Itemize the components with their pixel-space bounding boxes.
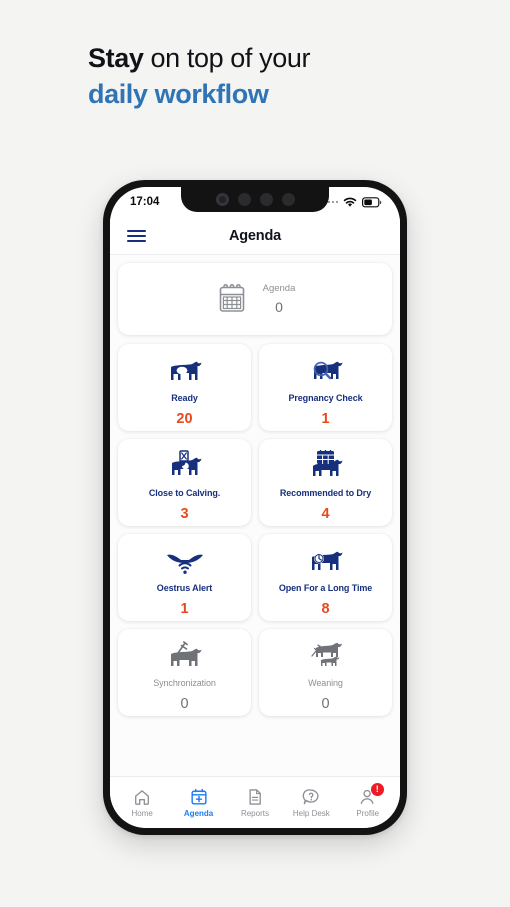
tile-weaning[interactable]: Weaning 0 [259,629,392,716]
cow-calendar-icon [306,446,346,480]
home-icon [135,789,150,805]
nav-item-reports[interactable]: Reports [227,782,283,818]
tile-label: Close to Calving. [148,487,221,498]
phone-mockup: 17:04 Agenda Agenda 0 Ready 20 Pregnancy… [103,180,407,835]
nav-item-home[interactable]: Home [114,782,170,818]
app-header: Agenda [110,217,400,255]
tile-ready[interactable]: Ready 20 [118,344,251,431]
tile-label: Open For a Long Time [278,582,373,593]
tile-label: Oestrus Alert [156,582,213,593]
tile-pregnancy-check[interactable]: Pregnancy Check 1 [259,344,392,431]
agenda-content: Agenda 0 Ready 20 Pregnancy Check 1 Clos… [110,255,400,776]
horns-signal-icon [165,541,205,575]
cow-clock-icon [306,541,346,575]
sensor-icon-2 [259,193,273,206]
cow-calf-icon [306,636,346,670]
tile-recommended-to-dry[interactable]: Recommended to Dry 4 [259,439,392,526]
agenda-tile-grid: Ready 20 Pregnancy Check 1 Close to Calv… [118,344,392,716]
cow-icon [165,351,205,385]
headline-bold-word: Stay [88,43,144,73]
nav-label: Home [131,808,153,818]
page-title: Agenda [229,227,281,244]
tile-oestrus-alert[interactable]: Oestrus Alert 1 [118,534,251,621]
phone-notch [181,187,329,212]
tile-label: Weaning [308,677,343,688]
cow-syringe-icon [165,636,205,670]
nav-item-profile[interactable]: ! Profile [340,782,396,818]
tile-label: Ready [171,392,198,403]
tile-value: 4 [321,505,330,522]
status-indicators [323,196,383,208]
tile-value: 1 [180,600,189,617]
nav-label: Profile [356,808,380,818]
nav-label: Agenda [183,808,214,818]
calendar-plus-icon [191,788,207,805]
document-icon [249,788,261,805]
battery-icon [362,196,382,207]
phone-screen: 17:04 Agenda Agenda 0 Ready 20 Pregnancy… [110,187,400,828]
calendar-icon [219,284,244,312]
hamburger-menu-icon[interactable] [127,229,146,242]
tile-synchronization[interactable]: Synchronization 0 [118,629,251,716]
headline-line-2: daily workflow [88,79,269,109]
nav-item-agenda[interactable]: Agenda [171,782,227,818]
tile-label: Synchronization [153,677,216,688]
tile-value: 1 [321,410,330,427]
status-time: 17:04 [130,196,160,208]
tile-close-to-calving[interactable]: Close to Calving. 3 [118,439,251,526]
tile-label: Pregnancy Check [288,392,363,403]
tile-value: 0 [321,695,330,712]
wifi-icon [343,197,357,207]
tile-value: 20 [176,410,193,427]
profile-alert-badge: ! [370,782,384,796]
front-camera-icon [215,193,229,206]
agenda-summary-value: 0 [275,299,283,315]
promo-page: Stay on top of your daily workflow 17:04 [0,0,510,907]
agenda-summary-text: Agenda 0 [263,283,296,315]
tile-open-for-a-long-time[interactable]: Open For a Long Time 8 [259,534,392,621]
nav-label: Help Desk [292,808,330,818]
bottom-navigation: Home Agenda Reports Help Desk ! Profile [110,776,400,828]
sensor-icon-1 [237,193,251,206]
cow-magnifier-icon [306,351,346,385]
tile-label: Recommended to Dry [279,487,372,498]
page-headline: Stay on top of your daily workflow [88,40,488,112]
agenda-summary-card[interactable]: Agenda 0 [118,263,392,335]
tile-value: 3 [180,505,189,522]
tile-value: 0 [180,695,189,712]
question-bubble-icon [303,788,319,804]
agenda-summary-label: Agenda [262,283,296,294]
headline-line-1: Stay on top of your [88,40,488,76]
nav-label: Reports [240,808,269,818]
nav-item-help-desk[interactable]: Help Desk [283,782,339,818]
speaker-icon [281,193,295,206]
tile-value: 8 [321,600,330,617]
headline-rest: on top of your [143,43,311,73]
cow-hourglass-icon [165,446,205,480]
